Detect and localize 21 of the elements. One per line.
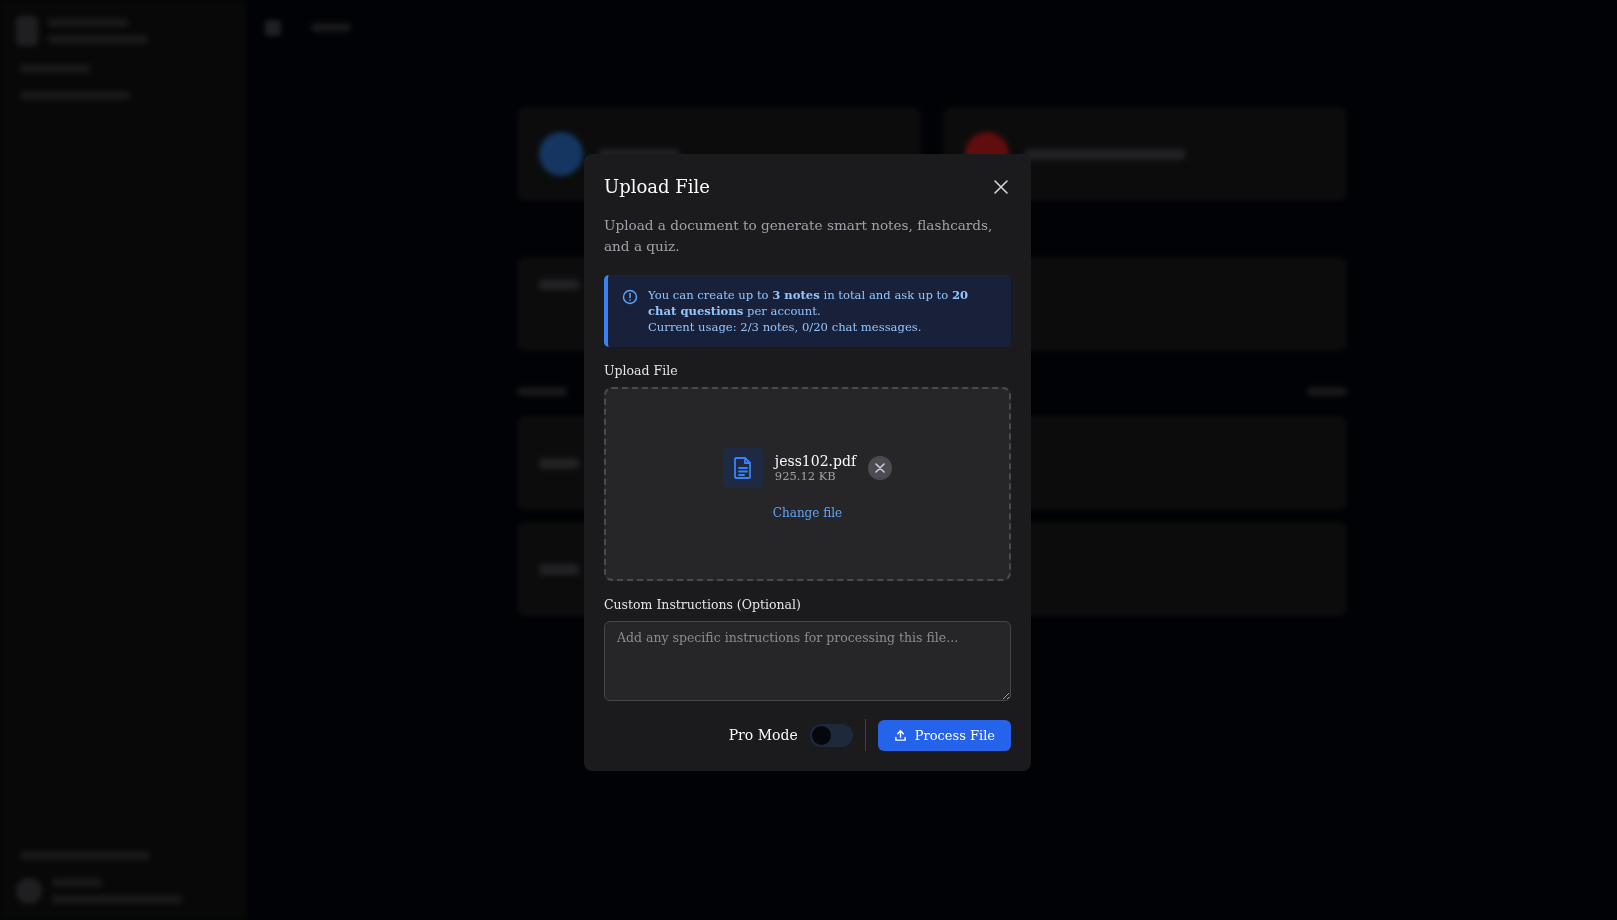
info-icon	[622, 289, 638, 305]
instructions-field[interactable]: Add any specific instructions for processing this file...	[604, 621, 1011, 701]
document-icon	[722, 448, 763, 488]
close-icon	[993, 178, 1009, 195]
circle-icon	[539, 132, 583, 176]
file-dropzone[interactable]: jess102.pdf 925.12 KB Change file	[604, 387, 1011, 581]
file-size: 925.12 KB	[774, 469, 837, 483]
pro-mode-toggle[interactable]	[809, 723, 853, 747]
field-label: Custom Instructions (Optional)	[604, 597, 802, 612]
upload-icon	[893, 728, 907, 742]
notice-text: You can create up to 3 notes in total and ask up to 20 chat questions per account.	[648, 287, 970, 319]
change-file-link[interactable]: Change file	[772, 506, 843, 520]
file-name: jess102.pdf	[774, 453, 857, 469]
field-label: Upload File	[604, 363, 679, 378]
pro-mode-label: Pro Mode	[728, 727, 798, 743]
dialog-title: Upload File	[604, 176, 710, 197]
notice-text: Current usage: 2/3 notes, 0/20 chat messages.	[648, 319, 923, 335]
remove-file-button[interactable]	[868, 456, 893, 480]
close-icon	[875, 463, 886, 473]
dialog-description: Upload a document to generate smart notes, flashcards, and a quiz.	[604, 216, 994, 256]
process-file-button[interactable]: Process File	[877, 719, 1011, 751]
